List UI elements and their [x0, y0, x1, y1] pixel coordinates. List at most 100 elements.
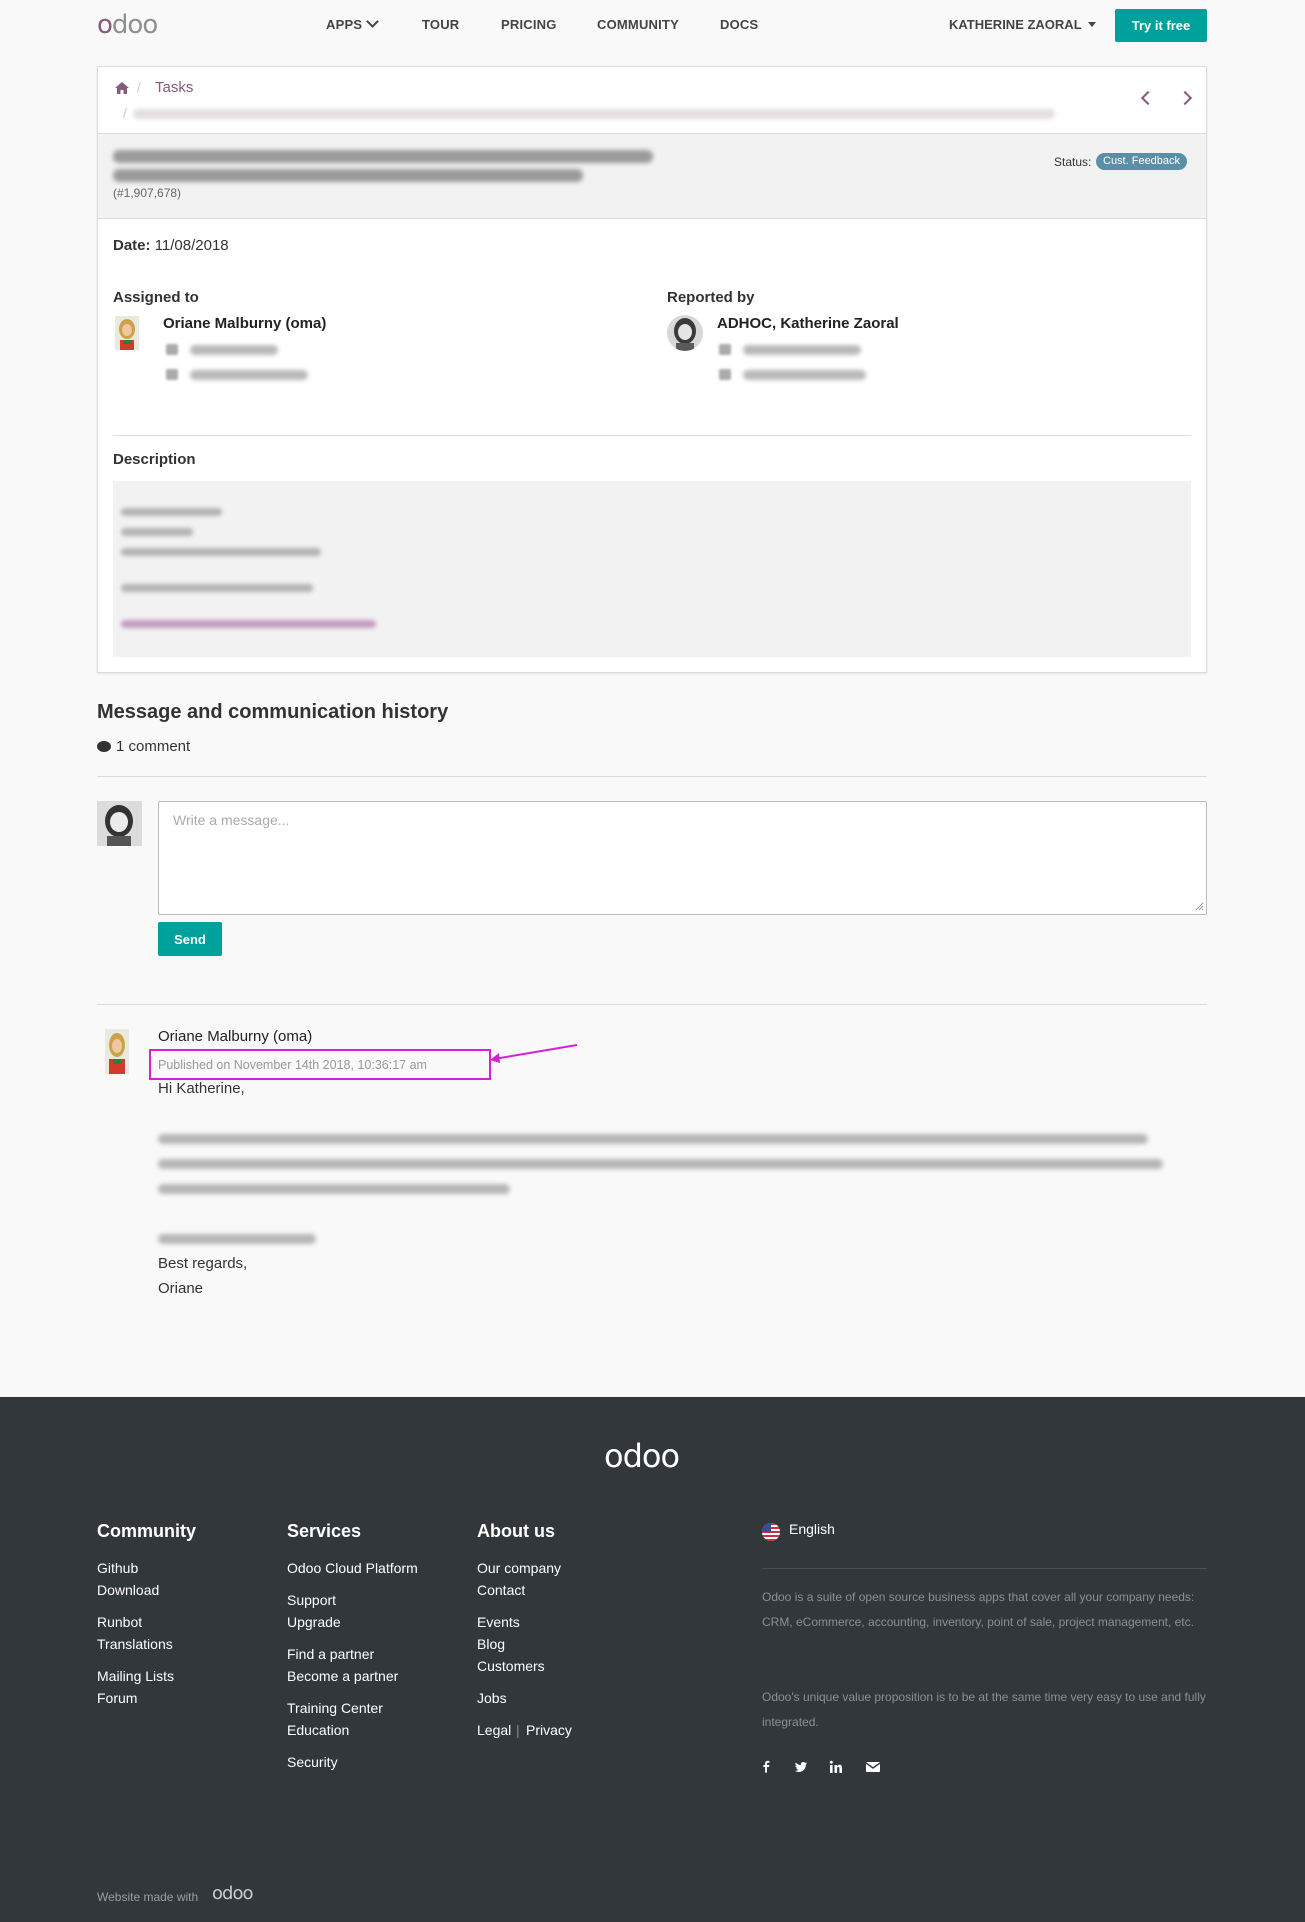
footer-link-blog[interactable]: Blog [477, 1636, 505, 1652]
description-box [113, 481, 1191, 657]
assignee-phone-redacted [190, 345, 278, 355]
breadcrumb-current-redacted [133, 109, 1055, 119]
status-label: Status: [1054, 155, 1092, 169]
footer-link-translations[interactable]: Translations [97, 1636, 173, 1652]
breadcrumb-separator: / [137, 79, 141, 95]
footer-logo[interactable]: odoo [604, 1437, 680, 1475]
description-line-redacted [121, 548, 321, 556]
resize-handle-icon[interactable] [1195, 902, 1204, 911]
footer-value-text: Odoo's unique value proposition is to be… [762, 1690, 1206, 1729]
nav-apps[interactable]: APPS [326, 15, 380, 32]
task-card: / Tasks / (#1,907,678) Status: Cust. Fee… [97, 66, 1207, 673]
footer-link-contact[interactable]: Contact [477, 1582, 525, 1598]
reported-by-label: Reported by [667, 289, 755, 306]
assignee-email-redacted [190, 370, 308, 380]
breadcrumb-separator: / [123, 105, 127, 121]
footer-link-mailing-lists[interactable]: Mailing Lists [97, 1668, 174, 1684]
mail-icon[interactable] [865, 1759, 881, 1775]
made-with-logo[interactable]: odoo [212, 1883, 253, 1904]
footer-link-education[interactable]: Education [287, 1722, 349, 1738]
task-reference: (#1,907,678) [113, 186, 182, 200]
caret-down-icon [1087, 22, 1096, 27]
footer-link-forum[interactable]: Forum [97, 1690, 137, 1706]
message-input[interactable] [158, 801, 1207, 915]
arrow-annotation [490, 1044, 578, 1063]
description-line-redacted [121, 584, 313, 592]
footer-link-cloud-platform[interactable]: Odoo Cloud Platform [287, 1560, 418, 1576]
page: odoo APPS TOUR PRICING COMMUNITY DOCS KA… [0, 0, 1305, 1922]
chevron-left-icon[interactable] [1140, 90, 1156, 106]
post-body-redacted [158, 1159, 1163, 1169]
footer-community-title: Community [97, 1521, 196, 1541]
assignee-name: Oriane Malburny (oma) [163, 315, 327, 332]
footer-link-security[interactable]: Security [287, 1754, 338, 1770]
status-badge: Cust. Feedback [1096, 153, 1188, 170]
description-label: Description [113, 451, 196, 468]
footer-link-jobs[interactable]: Jobs [477, 1690, 507, 1706]
section-divider [113, 435, 1191, 436]
user-name: KATHERINE ZAORAL [949, 17, 1082, 32]
footer-link-our-company[interactable]: Our company [477, 1560, 561, 1576]
home-icon[interactable] [115, 82, 129, 94]
envelope-icon [719, 369, 731, 380]
footer-link-become-partner[interactable]: Become a partner [287, 1668, 398, 1684]
nav-pricing[interactable]: PRICING [501, 17, 557, 32]
nav-docs[interactable]: DOCS [720, 17, 758, 32]
twitter-icon[interactable] [793, 1759, 809, 1775]
nav-tour[interactable]: TOUR [422, 17, 459, 32]
date-label: Date: [113, 237, 151, 254]
envelope-icon [166, 369, 178, 380]
footer-link-customers[interactable]: Customers [477, 1658, 545, 1674]
try-free-button[interactable]: Try it free [1115, 9, 1207, 42]
post-body-redacted [158, 1134, 1148, 1144]
reporter-name: ADHOC, Katherine Zaoral [717, 315, 899, 332]
reporter-email-redacted [743, 370, 866, 380]
breadcrumb-tasks[interactable]: Tasks [155, 79, 193, 96]
description-link-redacted[interactable] [121, 620, 376, 628]
assignee-avatar [115, 316, 139, 350]
history-divider [97, 776, 1207, 777]
footer-link-legal[interactable]: Legal [477, 1722, 511, 1738]
footer-about-text: Odoo is a suite of open source business … [762, 1590, 1195, 1629]
history-title: Message and communication history [97, 701, 449, 723]
footer-link-events[interactable]: Events [477, 1614, 520, 1630]
footer-link-upgrade[interactable]: Upgrade [287, 1614, 341, 1630]
post-author: Oriane Malburny (oma) [158, 1028, 313, 1045]
facebook-icon[interactable] [759, 1759, 775, 1775]
footer-link-find-partner[interactable]: Find a partner [287, 1646, 374, 1662]
chevron-right-icon[interactable] [1177, 90, 1193, 106]
post-greeting: Hi Katherine, [158, 1080, 245, 1097]
footer-link-privacy[interactable]: Privacy [526, 1722, 572, 1738]
made-with-text: Website made with [97, 1890, 199, 1904]
phone-icon [719, 344, 731, 355]
footer-link-support[interactable]: Support [287, 1592, 336, 1608]
comment-count: 1 comment [97, 738, 190, 755]
assigned-to-label: Assigned to [113, 289, 199, 306]
phone-icon [166, 344, 178, 355]
annotation-highlight-box [149, 1049, 491, 1080]
chevron-down-icon [366, 15, 380, 28]
footer: odoo Community Github Download Runbot Tr… [0, 1397, 1305, 1922]
footer-link-github[interactable]: Github [97, 1560, 138, 1576]
user-menu[interactable]: KATHERINE ZAORAL [949, 17, 1096, 32]
comments-icon [97, 741, 111, 752]
footer-link-download[interactable]: Download [97, 1582, 159, 1598]
odoo-logo[interactable]: odoo [97, 10, 158, 40]
linkedin-icon[interactable] [828, 1759, 844, 1775]
task-title-redacted [113, 150, 653, 163]
description-line-redacted [121, 508, 222, 516]
send-button[interactable]: Send [158, 922, 222, 956]
post-body-redacted [158, 1234, 316, 1244]
footer-link-training-center[interactable]: Training Center [287, 1700, 383, 1716]
footer-services-title: Services [287, 1521, 362, 1541]
comment-count-label: 1 comment [116, 738, 191, 755]
footer-about-title: About us [477, 1521, 555, 1541]
logo-letter-o: o [97, 10, 113, 40]
footer-link-runbot[interactable]: Runbot [97, 1614, 142, 1630]
reporter-avatar [667, 315, 703, 351]
language-selector[interactable]: English [789, 1521, 835, 1537]
date-value: 11/08/2018 [154, 237, 229, 254]
post-signature: Oriane [158, 1280, 204, 1297]
nav-community[interactable]: COMMUNITY [597, 17, 679, 32]
reporter-phone-redacted [743, 345, 861, 355]
